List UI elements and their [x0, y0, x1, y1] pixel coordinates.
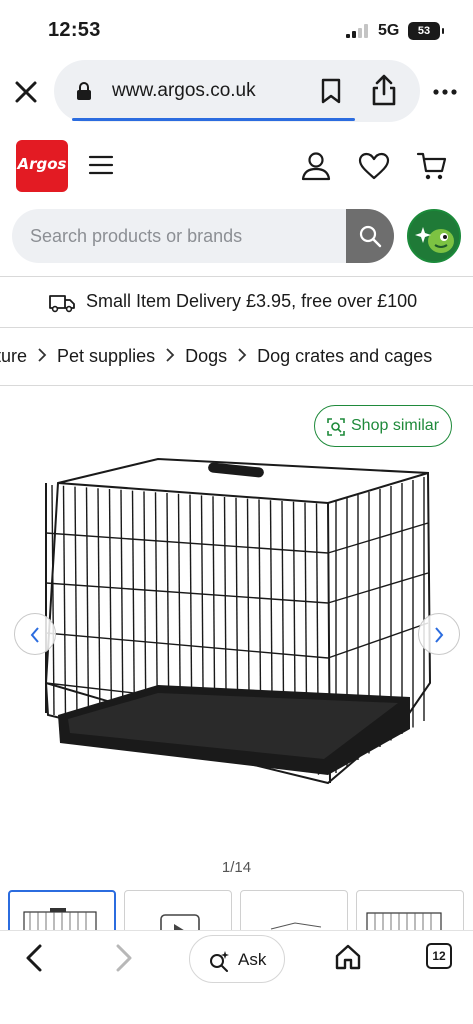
product-image-dog-crate[interactable]: [38, 453, 438, 793]
lock-icon: [77, 82, 91, 100]
product-gallery: Shop similar 1/14: [0, 387, 473, 887]
thumbnail-strip: [0, 890, 473, 934]
assistant-avatar-button[interactable]: [407, 209, 461, 263]
argos-logo[interactable]: Argos: [16, 140, 68, 192]
chevron-right-icon: [435, 627, 444, 643]
crate-thumbnail-image: [366, 912, 442, 934]
ask-label: Ask: [238, 950, 267, 969]
assistant-mascot-icon: [409, 211, 459, 261]
search-bar: [12, 209, 394, 263]
visual-search-icon: [327, 418, 345, 436]
image-counter: 1/14: [221, 859, 252, 876]
thumbnail-1[interactable]: [8, 890, 116, 934]
status-time: 12:53: [48, 19, 101, 41]
shop-similar-label: Shop similar: [351, 417, 440, 434]
browser-toolbar: Ask 12: [0, 930, 473, 1024]
network-type: 5G: [378, 22, 400, 39]
crate-thumbnail-image: [270, 922, 322, 930]
address-bar[interactable]: www.argos.co.uk: [54, 60, 420, 122]
back-icon[interactable]: [22, 943, 46, 973]
search-input[interactable]: [12, 209, 346, 263]
breadcrumb-item[interactable]: Pet supplies: [57, 346, 155, 367]
chevron-left-icon: [30, 627, 39, 643]
heart-icon[interactable]: [358, 152, 390, 180]
gallery-next-button[interactable]: [418, 613, 460, 655]
ask-search-sparkle-icon: [210, 951, 229, 972]
breadcrumb-item[interactable]: Dogs: [185, 346, 227, 367]
search-button[interactable]: [346, 209, 394, 263]
delivery-banner-text: Small Item Delivery £3.95, free over £10…: [86, 291, 418, 311]
more-icon[interactable]: [432, 82, 458, 102]
chevron-right-icon: [237, 346, 247, 367]
menu-icon[interactable]: [88, 154, 114, 176]
forward-icon[interactable]: [112, 943, 136, 973]
signal-icon: [346, 24, 368, 38]
bookmark-icon[interactable]: [320, 78, 342, 104]
video-play-icon: [160, 914, 200, 934]
battery-indicator: 53: [408, 22, 444, 40]
chevron-right-icon: [37, 346, 47, 367]
url-text: www.argos.co.uk: [112, 80, 256, 101]
search-icon: [359, 225, 382, 248]
page: 12:53 5G 53 www.argos.co.uk Argos Search…: [0, 0, 473, 1024]
share-icon[interactable]: [370, 74, 398, 106]
thumbnail-2-video[interactable]: [124, 890, 232, 934]
site-header: Argos: [0, 136, 473, 196]
close-icon[interactable]: [12, 78, 40, 106]
thumbnail-4[interactable]: [356, 890, 464, 934]
account-icon[interactable]: [300, 150, 332, 182]
chevron-right-icon: [165, 346, 175, 367]
thumbnail-3[interactable]: [240, 890, 348, 934]
cart-icon[interactable]: [416, 150, 448, 182]
shop-similar-button[interactable]: Shop similar: [314, 405, 452, 447]
breadcrumb-item[interactable]: niture: [0, 346, 27, 367]
tab-switcher-button[interactable]: 12: [426, 943, 452, 969]
delivery-van-icon: [49, 295, 75, 313]
gallery-prev-button[interactable]: [14, 613, 56, 655]
delivery-banner[interactable]: Small Item Delivery £3.95, free over £10…: [0, 276, 473, 328]
home-icon[interactable]: [334, 943, 362, 971]
breadcrumb-item[interactable]: Dog crates and cages: [257, 346, 432, 367]
crate-thumbnail-image: [23, 908, 97, 934]
breadcrumb: niture Pet supplies Dogs Dog crates and …: [0, 330, 473, 386]
browser-url-row: www.argos.co.uk: [0, 58, 473, 124]
ask-button[interactable]: Ask: [189, 935, 285, 983]
status-bar: 12:53 5G 53: [0, 0, 473, 58]
page-load-progress: [72, 118, 355, 121]
